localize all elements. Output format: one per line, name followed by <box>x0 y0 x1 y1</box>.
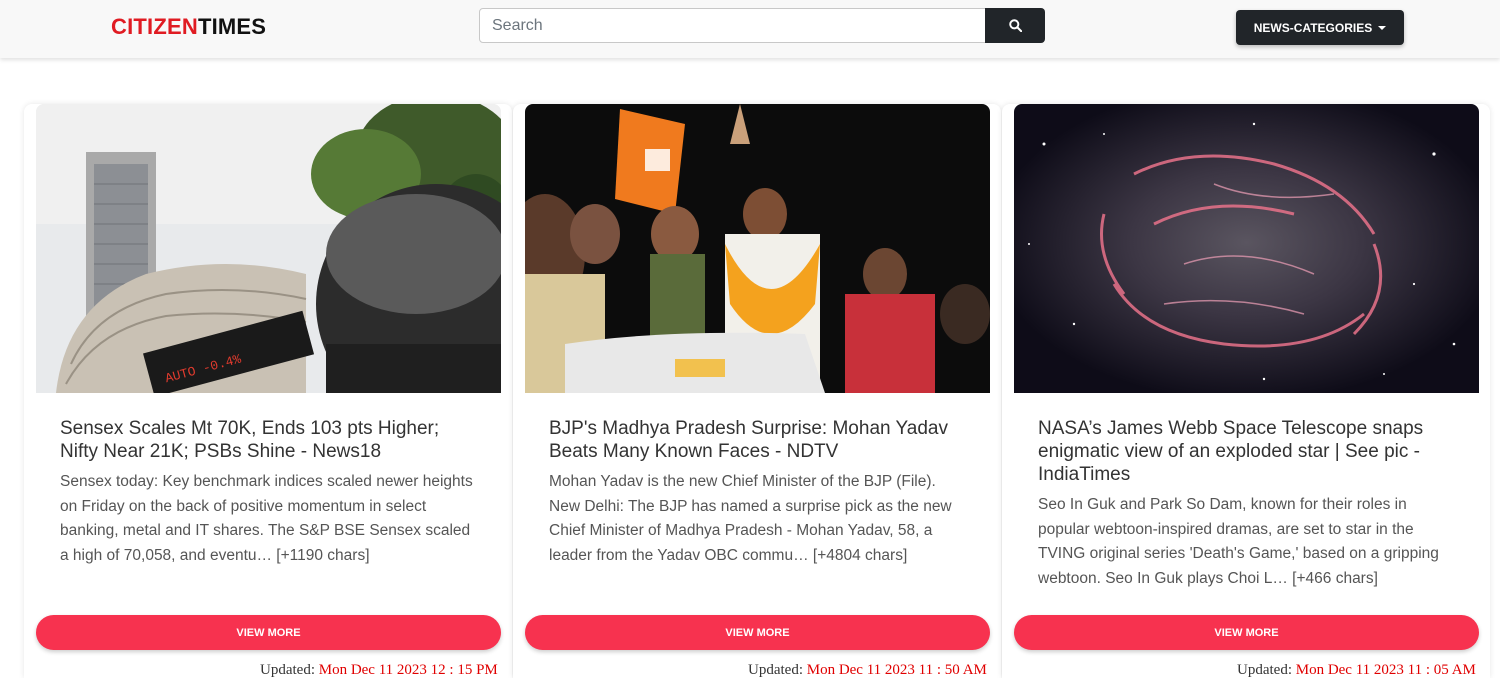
updated-date: Mon Dec 11 2023 11 : 50 AM <box>806 662 987 678</box>
updated-timestamp: Updated: Mon Dec 11 2023 12 : 15 PM <box>260 662 498 678</box>
article-title[interactable]: NASA’s James Webb Space Telescope snaps … <box>1038 417 1458 486</box>
search-button[interactable] <box>985 8 1045 43</box>
sensex-building-image: AUTO -0.4% <box>36 104 501 393</box>
view-more-button[interactable]: VIEW MORE <box>1014 615 1479 650</box>
updated-date: Mon Dec 11 2023 11 : 05 AM <box>1295 662 1476 678</box>
top-navbar: CITIZENTIMES NEWS-CATEGORIES <box>0 0 1500 58</box>
news-categories-dropdown[interactable]: NEWS-CATEGORIES <box>1236 10 1404 45</box>
view-more-button[interactable]: VIEW MORE <box>36 615 501 650</box>
article-image-sensex[interactable]: AUTO -0.4% <box>36 104 501 393</box>
updated-label: Updated: <box>260 662 315 678</box>
caret-down-icon <box>1378 25 1387 30</box>
exploded-star-image <box>1014 104 1479 393</box>
news-categories-label: NEWS-CATEGORIES <box>1253 20 1373 35</box>
article-image-bjp[interactable] <box>525 104 990 393</box>
brand-part-red: CITIZEN <box>111 14 198 39</box>
updated-label: Updated: <box>748 662 803 678</box>
article-description: Seo In Guk and Park So Dam, known for th… <box>1038 496 1439 587</box>
article-title[interactable]: BJP's Madhya Pradesh Surprise: Mohan Yad… <box>549 417 979 463</box>
news-card: NASA’s James Webb Space Telescope snaps … <box>1002 104 1490 678</box>
updated-timestamp: Updated: Mon Dec 11 2023 11 : 50 AM <box>748 662 987 678</box>
updated-date: Mon Dec 11 2023 12 : 15 PM <box>318 662 498 678</box>
bjp-celebration-image <box>525 104 990 393</box>
brand-part-black: TIMES <box>197 14 267 39</box>
article-title[interactable]: Sensex Scales Mt 70K, Ends 103 pts Highe… <box>60 417 480 463</box>
news-card: AUTO -0.4% Sensex Scales Mt 70K, Ends 10… <box>24 104 512 678</box>
brand-logo[interactable]: CITIZENTIMES <box>111 14 266 40</box>
news-card: BJP's Madhya Pradesh Surprise: Mohan Yad… <box>513 104 1001 678</box>
article-description: Sensex today: Key benchmark indices scal… <box>60 473 473 564</box>
article-image-nasa[interactable] <box>1014 104 1479 393</box>
article-description: Mohan Yadav is the new Chief Minister of… <box>549 473 952 564</box>
updated-timestamp: Updated: Mon Dec 11 2023 11 : 05 AM <box>1237 662 1476 678</box>
view-more-button[interactable]: VIEW MORE <box>525 615 990 650</box>
updated-label: Updated: <box>1237 662 1292 678</box>
search-input[interactable] <box>479 8 986 43</box>
search-icon <box>1008 19 1022 32</box>
